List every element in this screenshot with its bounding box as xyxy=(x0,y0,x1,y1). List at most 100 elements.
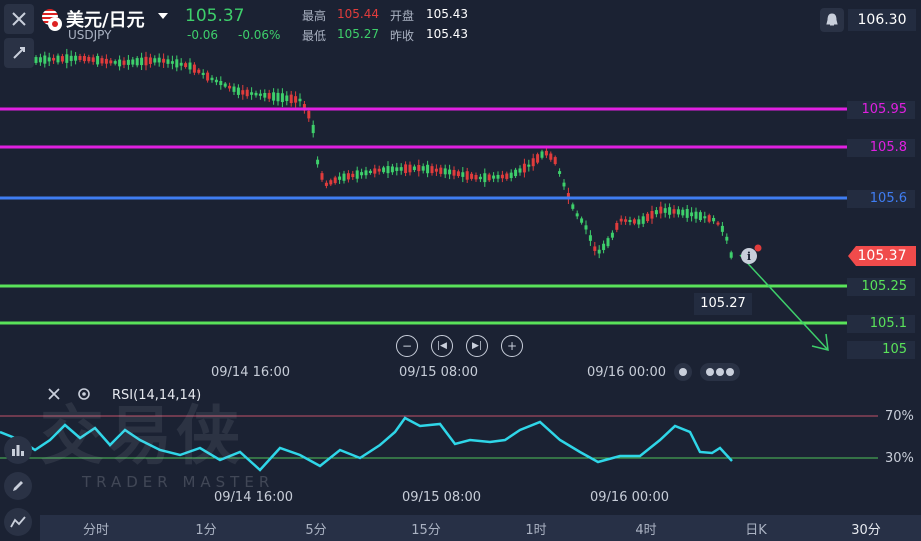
candle-body xyxy=(443,168,447,175)
candle-body xyxy=(192,64,196,73)
low-tooltip: 105.27 xyxy=(694,293,752,315)
candle-body xyxy=(368,170,372,174)
close-icon xyxy=(12,12,26,26)
candle-body xyxy=(386,166,390,174)
candle-body xyxy=(109,60,113,64)
candle-body xyxy=(69,55,73,61)
candle-body xyxy=(672,209,676,214)
zoom-out-button[interactable]: − xyxy=(396,335,418,357)
candle-body xyxy=(518,168,522,173)
candle-body xyxy=(646,213,650,222)
candle-body xyxy=(571,204,575,209)
candle-body xyxy=(729,252,733,258)
candle-body xyxy=(426,164,430,174)
candle-body xyxy=(153,58,157,63)
candle-body xyxy=(654,210,658,215)
timeframe-bar: 分时 1分 5分 15分 1时 4时 日K 30分 xyxy=(40,515,921,541)
candle-body xyxy=(294,96,298,103)
more-options-button[interactable] xyxy=(700,363,740,381)
candle-body xyxy=(522,163,526,173)
candle-body xyxy=(43,55,47,64)
candle-body xyxy=(439,167,443,174)
candle-body xyxy=(610,232,614,238)
alert-button[interactable] xyxy=(820,8,844,32)
candle-body xyxy=(496,174,500,179)
rsi-close-button[interactable] xyxy=(46,386,62,406)
high-value: 105.44 xyxy=(337,7,379,21)
candle-body xyxy=(417,165,421,172)
candle-body xyxy=(250,92,254,95)
timeframe-tab-active[interactable]: 30分 xyxy=(851,519,881,538)
candle-body xyxy=(434,168,438,172)
candle-body xyxy=(487,174,491,181)
rsi-time-label: 09/15 08:00 xyxy=(402,490,482,505)
timeframe-tab[interactable]: 4时 xyxy=(635,519,656,538)
time-label: 09/15 08:00 xyxy=(399,365,479,380)
timeframe-tab[interactable]: 5分 xyxy=(305,519,326,538)
candle-body xyxy=(707,215,711,222)
level-label-105-8: 105.8 xyxy=(847,139,915,157)
candle-body xyxy=(355,170,359,179)
timeframe-tab[interactable]: 分时 xyxy=(83,519,109,538)
chevron-down-icon[interactable] xyxy=(158,13,168,19)
timeframe-tab[interactable]: 1时 xyxy=(525,519,546,538)
bars-icon xyxy=(12,445,24,456)
draw-button[interactable] xyxy=(4,472,32,500)
skip-forward-icon: ▶| xyxy=(472,341,482,351)
candle-body xyxy=(404,164,408,174)
candle-body xyxy=(65,54,69,63)
open-label: 开盘 xyxy=(390,9,415,23)
candle-body xyxy=(78,56,82,60)
timeframe-tab[interactable]: 日K xyxy=(745,519,767,538)
zoom-in-button[interactable]: + xyxy=(501,335,523,357)
close-button[interactable] xyxy=(4,4,34,34)
candle-body xyxy=(96,55,100,65)
candle-body xyxy=(56,55,60,63)
candle-body xyxy=(448,169,452,175)
candle-body xyxy=(329,180,333,185)
rsi-lower-label: 30% xyxy=(885,451,914,466)
candle-body xyxy=(619,218,623,222)
candle-body xyxy=(223,83,227,87)
candle-body xyxy=(232,86,236,92)
candle-body xyxy=(690,212,694,217)
candle-body xyxy=(166,59,170,64)
candle-body xyxy=(157,57,161,63)
candle-body xyxy=(38,57,42,63)
open-value: 105.43 xyxy=(426,7,468,21)
tools-button[interactable] xyxy=(4,38,34,68)
indicator-button[interactable] xyxy=(4,436,32,464)
timeframe-tab[interactable]: 1分 xyxy=(195,519,216,538)
jump-end-button[interactable]: ▶| xyxy=(466,335,488,357)
candle-body xyxy=(544,150,548,156)
candle-body xyxy=(382,167,386,173)
candle-body xyxy=(122,60,126,65)
level-label-105-95: 105.95 xyxy=(847,101,915,119)
timeframe-tab[interactable]: 15分 xyxy=(411,519,441,538)
candle-body xyxy=(162,58,166,63)
candle-body xyxy=(584,225,588,230)
candle-body xyxy=(245,89,249,97)
candle-body xyxy=(126,59,130,65)
minus-icon: − xyxy=(401,339,413,353)
jump-start-button[interactable]: |◀ xyxy=(431,335,453,357)
candle-body xyxy=(663,208,667,213)
candle-body xyxy=(716,222,720,225)
candle-body xyxy=(514,169,518,177)
time-toggle-button[interactable] xyxy=(674,363,692,381)
alert-dot-icon xyxy=(754,244,762,252)
candle-body xyxy=(184,63,188,68)
candle-body xyxy=(236,87,240,95)
candle-body xyxy=(553,157,557,165)
candle-body xyxy=(272,92,276,101)
candle-body xyxy=(263,92,267,98)
candle-body xyxy=(694,211,698,219)
rsi-settings-button[interactable] xyxy=(76,386,92,406)
candle-body xyxy=(82,55,86,62)
candle-body xyxy=(659,206,663,214)
chart-type-button[interactable] xyxy=(4,508,32,536)
candle-body xyxy=(87,56,91,62)
candle-body xyxy=(338,176,342,180)
candles-group xyxy=(34,48,733,260)
candle-body xyxy=(558,171,562,174)
